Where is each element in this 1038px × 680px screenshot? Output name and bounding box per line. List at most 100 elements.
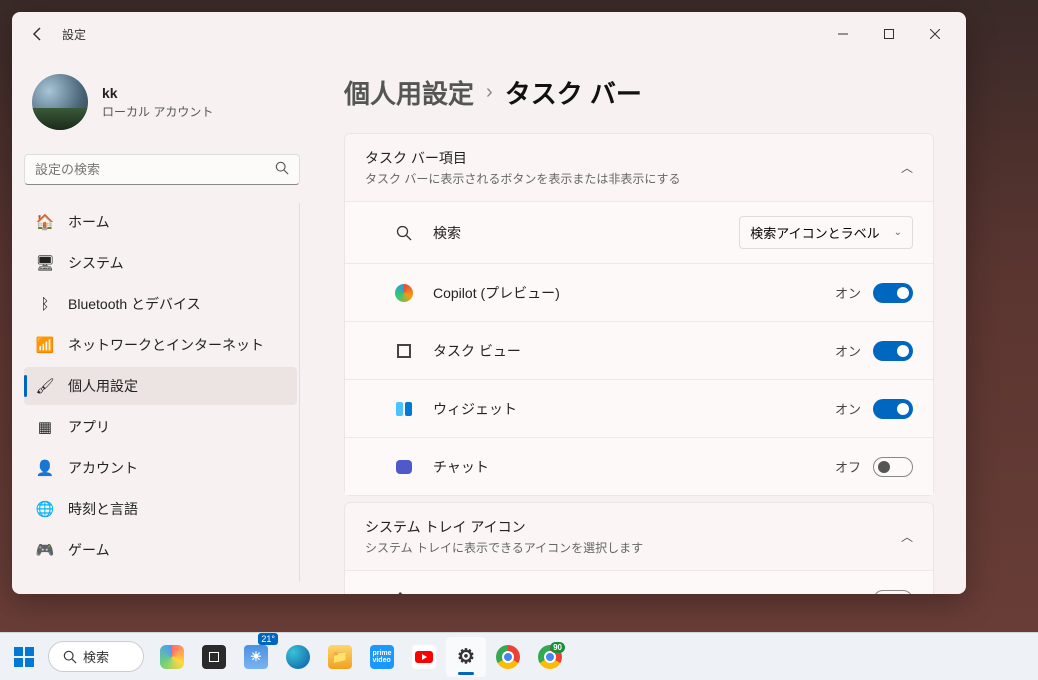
taskbar-app-copilot[interactable] (152, 637, 192, 677)
section-title: タスク バー項目 (365, 148, 901, 168)
breadcrumb-current: タスク バー (505, 74, 642, 111)
sidebar: kk ローカル アカウント 🏠ホーム🖥システムᛒBluetooth とデバイス📶… (12, 56, 312, 594)
nav-label: システム (68, 253, 124, 273)
start-button[interactable] (8, 641, 40, 673)
sidebar-item-1[interactable]: 🖥 システム (24, 244, 297, 282)
search-icon (275, 161, 289, 178)
nav-icon: 👤 (36, 459, 54, 477)
toggle-status: オン (835, 283, 861, 302)
taskbar-search-label: 検索 (83, 647, 109, 666)
taskbar-app-weather[interactable]: ☀21° (236, 637, 276, 677)
setting-label: ウィジェット (433, 399, 835, 419)
taskbar-app-explorer[interactable]: 📁 (320, 637, 360, 677)
taskbar-app-youtube[interactable] (404, 637, 444, 677)
sidebar-item-8[interactable]: 🎮 ゲーム (24, 531, 297, 569)
maximize-button[interactable] (866, 18, 912, 50)
close-button[interactable] (912, 18, 958, 50)
breadcrumb-parent[interactable]: 個人用設定 (344, 74, 474, 111)
nav-icon: 📶 (36, 336, 54, 354)
chevron-right-icon: › (486, 81, 493, 104)
sidebar-item-0[interactable]: 🏠 ホーム (24, 203, 297, 241)
windows-icon (14, 647, 34, 667)
settings-search[interactable] (24, 154, 300, 185)
setting-row: [ペン] メニュー オフ (345, 570, 933, 594)
toggle-status: オフ (835, 590, 861, 594)
taskbar-app-edge[interactable] (278, 637, 318, 677)
search-icon (393, 222, 415, 244)
taskbar: 検索 ☀21° 📁primevideo ⚙ 90 (0, 632, 1038, 680)
profile-name: kk (102, 85, 213, 101)
taskbar-app-taskview[interactable] (194, 637, 234, 677)
search-input[interactable] (35, 162, 275, 177)
sidebar-item-2[interactable]: ᛒBluetooth とデバイス (24, 285, 297, 323)
sidebar-item-6[interactable]: 👤 アカウント (24, 449, 297, 487)
taskview-icon (393, 340, 415, 362)
nav-label: ホーム (68, 212, 110, 232)
nav-list: 🏠 ホーム 🖥 システム ᛒBluetooth とデバイス 📶 ネットワークとインターネット… (24, 203, 300, 582)
nav-label: 個人用設定 (68, 376, 138, 396)
setting-label: タスク ビュー (433, 341, 835, 361)
settings-section: システム トレイ アイコン システム トレイに表示できるアイコンを選択します ︿… (344, 502, 934, 594)
section-sub: タスク バーに表示されるボタンを表示または非表示にする (365, 170, 901, 187)
taskbar-app-settings[interactable]: ⚙ (446, 637, 486, 677)
nav-label: ゲーム (68, 540, 110, 560)
sidebar-item-3[interactable]: 📶 ネットワークとインターネット (24, 326, 297, 364)
titlebar: 設定 (12, 12, 966, 56)
nav-icon: ▦ (36, 418, 54, 436)
setting-row: ウィジェット オン (345, 379, 933, 437)
copilot-icon (393, 282, 415, 304)
taskbar-app-chrome2[interactable]: 90 (530, 637, 570, 677)
setting-label: チャット (433, 457, 835, 477)
window-controls (820, 18, 958, 50)
section-header[interactable]: システム トレイ アイコン システム トレイに表示できるアイコンを選択します ︿ (345, 503, 933, 570)
nav-icon: 🖥 (36, 254, 54, 272)
toggle-status: オン (835, 399, 861, 418)
setting-row: Copilot (プレビュー) オン (345, 263, 933, 321)
dropdown-search-display[interactable]: 検索アイコンとラベル ⌄ (739, 216, 913, 249)
section-title: システム トレイ アイコン (365, 517, 901, 537)
sidebar-item-7[interactable]: 🌐 時刻と言語 (24, 490, 297, 528)
nav-label: アプリ (68, 417, 110, 437)
profile-block[interactable]: kk ローカル アカウント (24, 56, 300, 154)
settings-section: タスク バー項目 タスク バーに表示されるボタンを表示または非表示にする ︿ 検… (344, 133, 934, 496)
toggle-pen[interactable] (873, 590, 913, 595)
toggle-chat[interactable] (873, 457, 913, 477)
close-icon (930, 29, 940, 39)
setting-label: [ペン] メニュー (433, 590, 835, 595)
avatar (32, 74, 88, 130)
maximize-icon (884, 29, 894, 39)
nav-label: ネットワークとインターネット (68, 335, 264, 355)
toggle-taskview[interactable] (873, 341, 913, 361)
section-header[interactable]: タスク バー項目 タスク バーに表示されるボタンを表示または非表示にする ︿ (345, 134, 933, 201)
taskbar-search[interactable]: 検索 (48, 641, 144, 672)
nav-icon: 🎮 (36, 541, 54, 559)
settings-window: 設定 kk ローカル アカウント (12, 12, 966, 594)
arrow-left-icon (30, 26, 46, 42)
minimize-icon (838, 29, 848, 39)
profile-sub: ローカル アカウント (102, 103, 213, 120)
setting-row: タスク ビュー オン (345, 321, 933, 379)
nav-label: 時刻と言語 (68, 499, 138, 519)
sidebar-item-5[interactable]: ▦ アプリ (24, 408, 297, 446)
setting-row: チャット オフ (345, 437, 933, 495)
chevron-up-icon: ︿ (901, 159, 913, 176)
toggle-status: オフ (835, 457, 861, 476)
toggle-status: オン (835, 341, 861, 360)
chevron-down-icon: ⌄ (894, 227, 902, 238)
chat-icon (393, 456, 415, 478)
toggle-copilot[interactable] (873, 283, 913, 303)
sidebar-item-4[interactable]: 🖌個人用設定 (24, 367, 297, 405)
widget-icon (393, 398, 415, 420)
taskbar-app-primevideo[interactable]: primevideo (362, 637, 402, 677)
back-button[interactable] (20, 16, 56, 52)
pen-icon (393, 589, 415, 595)
section-sub: システム トレイに表示できるアイコンを選択します (365, 539, 901, 556)
nav-icon: 🌐 (36, 500, 54, 518)
minimize-button[interactable] (820, 18, 866, 50)
setting-label: 検索 (433, 223, 739, 243)
nav-label: アカウント (68, 458, 138, 478)
toggle-widget[interactable] (873, 399, 913, 419)
taskbar-app-chrome[interactable] (488, 637, 528, 677)
nav-icon: 🏠 (36, 213, 54, 231)
dropdown-value: 検索アイコンとラベル (750, 223, 879, 242)
